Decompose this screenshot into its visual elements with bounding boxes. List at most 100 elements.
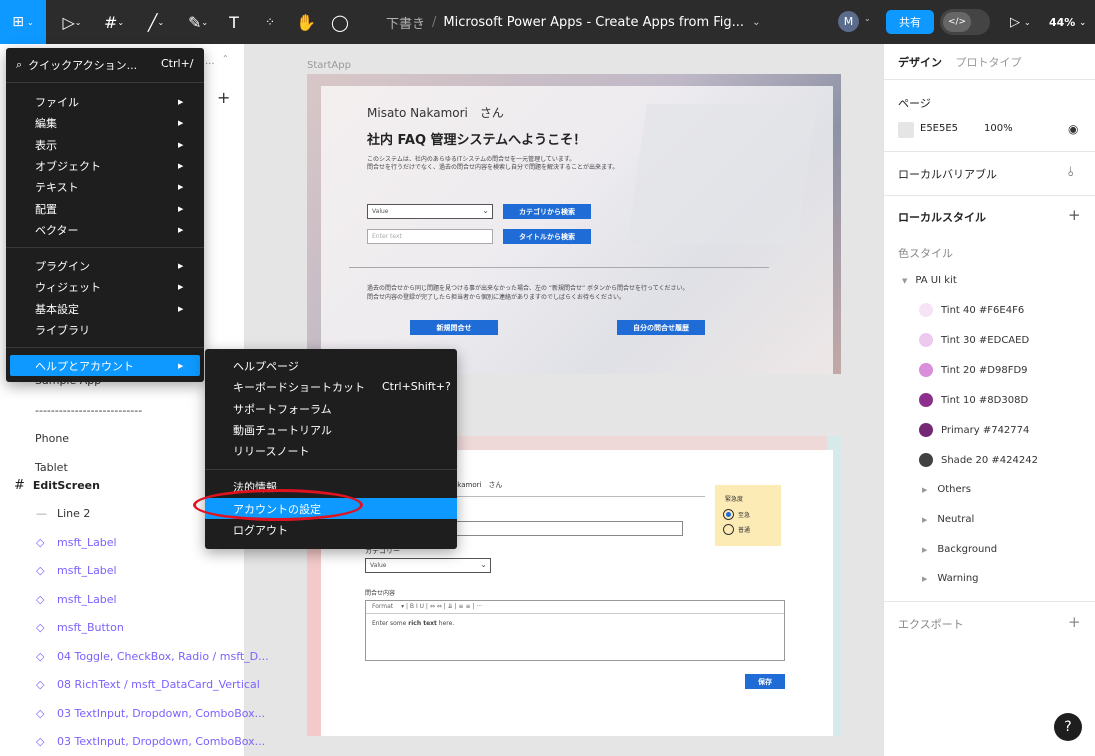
- radio-normal[interactable]: 普通: [723, 524, 750, 535]
- add-style-icon[interactable]: +: [1068, 206, 1081, 224]
- layer-textinput[interactable]: ◇ 03 TextInput, Dropdown, ComboBox...: [36, 735, 265, 748]
- color-style-tint-30[interactable]: Tint 30 #EDCAED: [919, 333, 1029, 347]
- new-inquiry-button[interactable]: 新規問合せ: [410, 320, 498, 335]
- pen-tool-icon[interactable]: ✎ ⌄: [182, 0, 214, 44]
- dev-mode-toggle[interactable]: </>: [940, 9, 990, 35]
- search-by-title-button[interactable]: タイトルから検索: [503, 229, 591, 244]
- move-tool-icon[interactable]: ▷ ⌄: [56, 0, 88, 44]
- menu-item-plugins[interactable]: プラグイン ▶: [6, 255, 204, 276]
- title-search-input[interactable]: Enter text: [367, 229, 493, 244]
- my-inquiry-history-button[interactable]: 自分の問合せ履歴: [617, 320, 705, 335]
- search-by-category-button[interactable]: カテゴリから検索: [503, 204, 591, 219]
- layer-richtext[interactable]: ◇ 08 RichText / msft_DataCard_Vertical: [36, 678, 260, 691]
- radio-urgent[interactable]: 至急: [723, 509, 750, 520]
- comment-tool-icon[interactable]: ◯: [328, 0, 352, 44]
- layer-toggle-checkbox[interactable]: ◇ 04 Toggle, CheckBox, Radio / msft_D...: [36, 650, 269, 663]
- menu-item-text[interactable]: テキスト ▶: [6, 176, 204, 197]
- rich-text-editor[interactable]: Format ▾ | B I U | ⇔ ⇔ | ⇊ | ≡ ≡ | ··· E…: [365, 600, 785, 661]
- menu-item-file[interactable]: ファイル ▶: [6, 91, 204, 112]
- menu-item-vector[interactable]: ベクター ▶: [6, 219, 204, 240]
- menu-item-help-and-account[interactable]: ヘルプとアカウント ▶: [10, 355, 200, 376]
- submenu-item-logout[interactable]: ログアウト: [205, 519, 457, 540]
- frame-label-startapp[interactable]: StartApp: [307, 60, 351, 71]
- color-style-tint-20[interactable]: Tint 20 #D98FD9: [919, 363, 1028, 377]
- quick-action-item[interactable]: ⌕ クイックアクション... Ctrl+/: [16, 57, 194, 73]
- share-button[interactable]: 共有: [886, 10, 934, 34]
- menu-item-object[interactable]: オブジェクト ▶: [6, 155, 204, 176]
- category-dropdown[interactable]: Value ⌄: [365, 558, 491, 573]
- style-group-background[interactable]: ▶ Background: [922, 544, 997, 555]
- radio-selected-icon: [723, 509, 734, 520]
- layer-msft-button[interactable]: ◇ msft_Button: [36, 621, 124, 634]
- chevron-up-icon[interactable]: ⌃: [222, 54, 229, 63]
- hand-tool-icon[interactable]: ✋: [294, 0, 318, 44]
- text-tool-icon[interactable]: T: [222, 0, 246, 44]
- page-color-hex[interactable]: E5E5E5: [920, 123, 958, 134]
- help-button[interactable]: ?: [1054, 713, 1082, 741]
- component-tool-icon[interactable]: ⁘: [258, 0, 282, 44]
- startapp-frame[interactable]: Misato Nakamori さん 社内 FAQ 管理システムへようこそ！ こ…: [307, 74, 841, 374]
- zoom-control[interactable]: 44% ⌄: [1049, 0, 1086, 44]
- chevron-down-icon[interactable]: ⌄: [752, 17, 760, 28]
- layer-textinput[interactable]: ◇ 03 TextInput, Dropdown, ComboBox...: [36, 707, 266, 720]
- color-style-tint-10[interactable]: Tint 10 #8D308D: [919, 393, 1028, 407]
- chevron-down-icon[interactable]: ⌄: [864, 14, 871, 23]
- category-dropdown[interactable]: Value ⌄: [367, 204, 493, 219]
- add-export-icon[interactable]: +: [1068, 613, 1081, 631]
- style-group-neutral[interactable]: ▶ Neutral: [922, 514, 974, 525]
- layer-divider-text[interactable]: ---------------------------: [35, 404, 142, 417]
- color-style-shade-20[interactable]: Shade 20 #424242: [919, 453, 1038, 467]
- tab-design[interactable]: デザイン: [898, 56, 942, 69]
- main-menu-button[interactable]: ⊞ ⌄: [0, 0, 46, 44]
- submenu-item-keyboard-shortcuts[interactable]: キーボードショートカット Ctrl+Shift+?: [205, 376, 457, 397]
- editor-toolbar[interactable]: Format ▾ | B I U | ⇔ ⇔ | ⇊ | ≡ ≡ | ···: [366, 601, 784, 614]
- layer-label: 03 TextInput, Dropdown, ComboBox...: [57, 707, 266, 720]
- save-button[interactable]: 保存: [745, 674, 785, 689]
- layer-msft-label[interactable]: ◇ msft_Label: [36, 536, 117, 549]
- style-group-others[interactable]: ▶ Others: [922, 484, 971, 495]
- layer-phone[interactable]: Phone: [35, 432, 69, 445]
- style-group-pa-ui-kit[interactable]: ▼ PA UI kit: [902, 275, 957, 286]
- layer-msft-label[interactable]: ◇ msft_Label: [36, 593, 117, 606]
- submenu-item-video-tutorials[interactable]: 動画チュートリアル: [205, 419, 457, 440]
- tab-prototype[interactable]: プロトタイプ: [956, 56, 1022, 69]
- variables-settings-icon[interactable]: ⫰: [1068, 165, 1074, 180]
- draft-label[interactable]: 下書き: [386, 13, 425, 32]
- editor-body[interactable]: Enter some rich text here.: [366, 614, 784, 633]
- submenu-item-release-notes[interactable]: リリースノート: [205, 440, 457, 461]
- page-color-swatch[interactable]: [898, 122, 914, 138]
- properties-panel: デザイン プロトタイプ ページ E5E5E5 100% ◉ ローカルバリアブル …: [883, 44, 1095, 756]
- layer-tablet[interactable]: Tablet: [35, 461, 68, 474]
- file-title[interactable]: Microsoft Power Apps - Create Apps from …: [443, 15, 744, 30]
- add-page-icon[interactable]: +: [217, 88, 230, 107]
- menu-item-edit[interactable]: 編集 ▶: [6, 112, 204, 133]
- line-tool-icon[interactable]: ╱ ⌄: [140, 0, 172, 44]
- layer-line-2[interactable]: — Line 2: [36, 507, 91, 520]
- menu-item-libraries[interactable]: ライブラリ: [6, 319, 204, 340]
- layer-label: Line 2: [57, 507, 91, 520]
- file-title-area[interactable]: 下書き / Microsoft Power Apps - Create Apps…: [386, 0, 760, 44]
- figma-menu-icon: ⊞: [12, 14, 25, 30]
- eye-icon[interactable]: ◉: [1068, 122, 1078, 136]
- format-select[interactable]: Format: [372, 603, 393, 610]
- user-avatar[interactable]: M: [838, 11, 859, 32]
- submenu-item-help-page[interactable]: ヘルプページ: [205, 355, 457, 376]
- color-style-tint-40[interactable]: Tint 40 #F6E4F6: [919, 303, 1024, 317]
- layer-label: 04 Toggle, CheckBox, Radio / msft_D...: [57, 650, 269, 663]
- style-group-warning[interactable]: ▶ Warning: [922, 573, 979, 584]
- present-button[interactable]: ▷ ⌄: [1010, 0, 1031, 44]
- layer-edit-screen[interactable]: # EditScreen: [14, 478, 100, 493]
- layer-msft-label[interactable]: ◇ msft_Label: [36, 564, 117, 577]
- caret-right-icon: ▶: [922, 516, 928, 524]
- note-line: 過去の問合せから同じ問題を見つける事が出来なかった場合、左の “新規問合せ” ボ…: [367, 285, 689, 292]
- formatting-tools[interactable]: ▾ | B I U | ⇔ ⇔ | ⇊ | ≡ ≡ | ···: [401, 603, 482, 610]
- menu-item-arrange[interactable]: 配置 ▶: [6, 198, 204, 219]
- frame-tool-icon[interactable]: # ⌄: [98, 0, 130, 44]
- menu-item-view[interactable]: 表示 ▶: [6, 134, 204, 155]
- color-style-primary[interactable]: Primary #742774: [919, 423, 1029, 437]
- menu-item-preferences[interactable]: 基本設定 ▶: [6, 298, 204, 319]
- local-variables-label[interactable]: ローカルバリアブル: [898, 166, 997, 182]
- page-color-opacity[interactable]: 100%: [984, 123, 1013, 134]
- menu-item-widgets[interactable]: ウィジェット ▶: [6, 276, 204, 297]
- submenu-item-support-forum[interactable]: サポートフォーラム: [205, 398, 457, 419]
